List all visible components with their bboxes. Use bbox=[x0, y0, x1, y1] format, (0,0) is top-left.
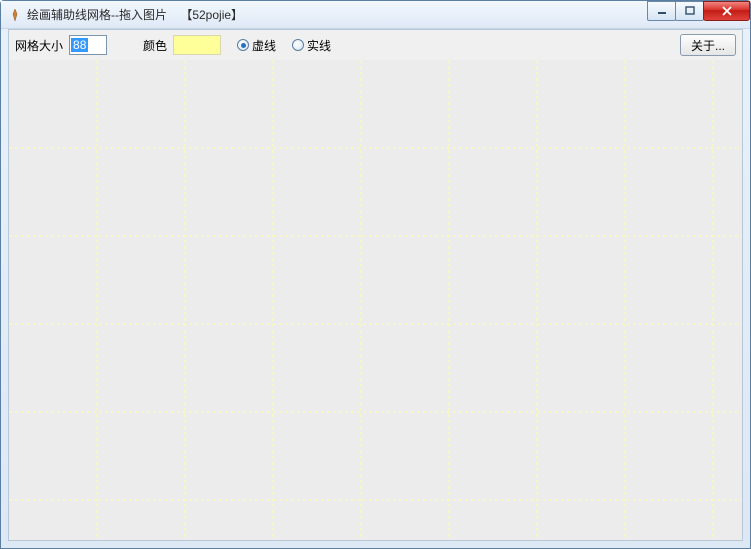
client-area: 网格大小 88 颜色 虚线 实线 关于... bbox=[8, 29, 743, 541]
maximize-button[interactable] bbox=[675, 1, 704, 21]
window-controls bbox=[648, 1, 750, 21]
grid-size-label: 网格大小 bbox=[15, 37, 63, 54]
toolbar: 网格大小 88 颜色 虚线 实线 关于... bbox=[9, 30, 742, 60]
radio-dashed[interactable]: 虚线 bbox=[237, 37, 276, 54]
radio-dot-icon bbox=[292, 39, 304, 51]
window-title: 绘画辅助线网格--拖入图片 【52pojie】 bbox=[27, 6, 243, 23]
app-icon bbox=[7, 7, 23, 23]
about-button[interactable]: 关于... bbox=[680, 34, 736, 56]
app-window: 绘画辅助线网格--拖入图片 【52pojie】 网格大小 88 颜色 bbox=[0, 0, 751, 549]
close-button[interactable] bbox=[703, 1, 750, 21]
titlebar[interactable]: 绘画辅助线网格--拖入图片 【52pojie】 bbox=[1, 1, 750, 29]
grid-size-input[interactable]: 88 bbox=[69, 35, 107, 55]
canvas-area[interactable] bbox=[9, 60, 742, 540]
canvas-background bbox=[9, 60, 742, 540]
radio-dot-icon bbox=[237, 39, 249, 51]
radio-solid[interactable]: 实线 bbox=[292, 37, 331, 54]
color-swatch[interactable] bbox=[173, 35, 221, 55]
color-label: 颜色 bbox=[143, 37, 167, 54]
minimize-button[interactable] bbox=[647, 1, 676, 21]
